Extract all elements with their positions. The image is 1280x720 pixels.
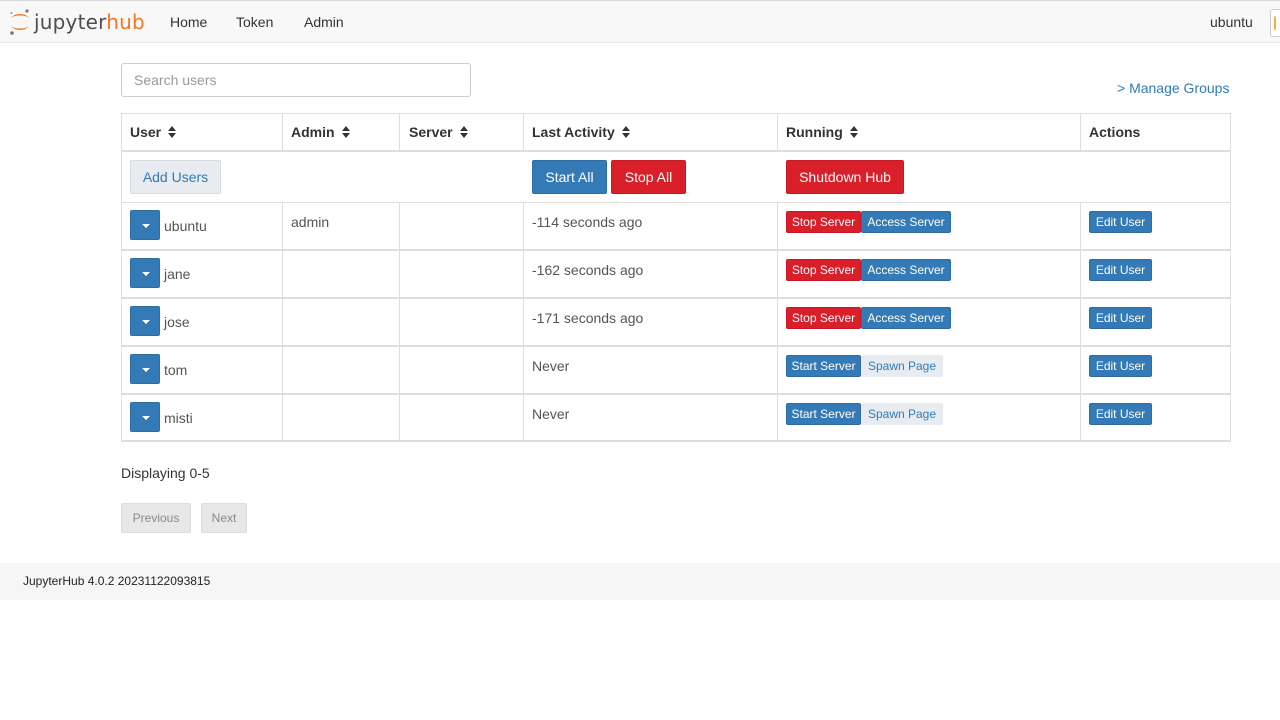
last-activity: -114 seconds ago xyxy=(532,214,643,230)
sort-icon xyxy=(849,126,858,138)
current-user-name: ubuntu xyxy=(1210,14,1253,30)
sort-icon xyxy=(168,126,177,138)
last-activity: Never xyxy=(532,358,570,374)
edit-user-button[interactable]: Edit User xyxy=(1089,259,1152,281)
next-page-button[interactable]: Next xyxy=(201,503,247,533)
last-activity: Never xyxy=(532,406,570,422)
column-header-server[interactable]: Server xyxy=(409,124,468,140)
edit-user-button[interactable]: Edit User xyxy=(1089,307,1152,329)
column-divider xyxy=(399,114,400,151)
stop-server-button[interactable]: Stop Server xyxy=(786,307,861,329)
edit-user-button[interactable]: Edit User xyxy=(1089,403,1152,425)
expand-user-button[interactable] xyxy=(130,306,160,336)
sort-icon xyxy=(341,126,350,138)
user-name: jane xyxy=(164,266,191,282)
column-header-last-activity[interactable]: Last Activity xyxy=(532,124,630,140)
brand-name: jupyterhub xyxy=(34,10,145,34)
spawn-page-button[interactable]: Spawn Page xyxy=(861,403,943,425)
logout-button[interactable] xyxy=(1270,9,1280,37)
column-divider xyxy=(282,114,283,151)
users-table: User Admin Server Last Activity Running … xyxy=(121,113,1231,442)
row-divider xyxy=(122,345,1230,347)
version-text: JupyterHub 4.0.2 20231122093815 xyxy=(23,574,211,588)
caret-down-icon xyxy=(142,224,150,228)
column-header-admin[interactable]: Admin xyxy=(291,124,350,140)
jupyter-logo-icon xyxy=(8,7,32,37)
table-bottom-divider xyxy=(122,440,1230,442)
caret-down-icon xyxy=(142,368,150,372)
admin-flag: admin xyxy=(291,214,330,230)
row-divider xyxy=(122,202,1230,203)
caret-down-icon xyxy=(142,320,150,324)
user-name: ubuntu xyxy=(164,218,207,234)
add-users-button[interactable]: Add Users xyxy=(130,160,221,194)
spawn-page-button[interactable]: Spawn Page xyxy=(861,355,943,377)
user-name: jose xyxy=(164,314,190,330)
access-server-button[interactable]: Access Server xyxy=(861,259,951,281)
row-divider xyxy=(122,297,1230,299)
stop-all-button[interactable]: Stop All xyxy=(611,160,686,194)
column-divider xyxy=(777,114,778,151)
navbar: jupyterhub Home Token Admin ubuntu xyxy=(0,0,1280,43)
sort-icon xyxy=(621,126,630,138)
column-header-user[interactable]: User xyxy=(130,124,177,140)
expand-user-button[interactable] xyxy=(130,402,160,432)
last-activity: -171 seconds ago xyxy=(532,310,644,326)
nav-token-link[interactable]: Token xyxy=(236,1,273,44)
previous-page-button[interactable]: Previous xyxy=(121,503,191,533)
start-all-button[interactable]: Start All xyxy=(532,160,607,194)
user-name: tom xyxy=(164,362,188,378)
edit-user-button[interactable]: Edit User xyxy=(1089,211,1152,233)
nav-admin-link[interactable]: Admin xyxy=(304,1,344,44)
column-header-running[interactable]: Running xyxy=(786,124,858,140)
row-divider xyxy=(122,249,1230,251)
column-divider xyxy=(523,202,524,442)
caret-down-icon xyxy=(142,272,150,276)
column-divider xyxy=(399,202,400,442)
column-divider xyxy=(523,114,524,151)
nav-home-link[interactable]: Home xyxy=(170,1,207,44)
shutdown-hub-button[interactable]: Shutdown Hub xyxy=(786,160,904,194)
jupyterhub-logo[interactable]: jupyterhub xyxy=(8,6,145,38)
expand-user-button[interactable] xyxy=(130,354,160,384)
manage-groups-link[interactable]: > Manage Groups xyxy=(1117,80,1229,96)
sort-icon xyxy=(459,126,468,138)
access-server-button[interactable]: Access Server xyxy=(861,307,951,329)
stop-server-button[interactable]: Stop Server xyxy=(786,259,861,281)
column-divider xyxy=(282,202,283,442)
access-server-button[interactable]: Access Server xyxy=(861,211,951,233)
expand-user-button[interactable] xyxy=(130,258,160,288)
column-divider xyxy=(1080,202,1081,442)
table-header-divider xyxy=(122,150,1230,152)
stop-server-button[interactable]: Stop Server xyxy=(786,211,861,233)
expand-user-button[interactable] xyxy=(130,210,160,240)
column-divider xyxy=(1080,114,1081,151)
edit-user-button[interactable]: Edit User xyxy=(1089,355,1152,377)
column-header-actions: Actions xyxy=(1089,124,1141,140)
column-divider xyxy=(777,202,778,442)
row-divider xyxy=(122,393,1230,395)
start-server-button[interactable]: Start Server xyxy=(786,403,861,425)
footer: JupyterHub 4.0.2 20231122093815 xyxy=(0,563,1280,600)
search-users-input[interactable] xyxy=(121,63,471,97)
last-activity: -162 seconds ago xyxy=(532,262,644,278)
user-name: misti xyxy=(164,410,193,426)
start-server-button[interactable]: Start Server xyxy=(786,355,861,377)
displaying-range: Displaying 0-5 xyxy=(121,465,210,481)
caret-down-icon xyxy=(142,416,150,420)
